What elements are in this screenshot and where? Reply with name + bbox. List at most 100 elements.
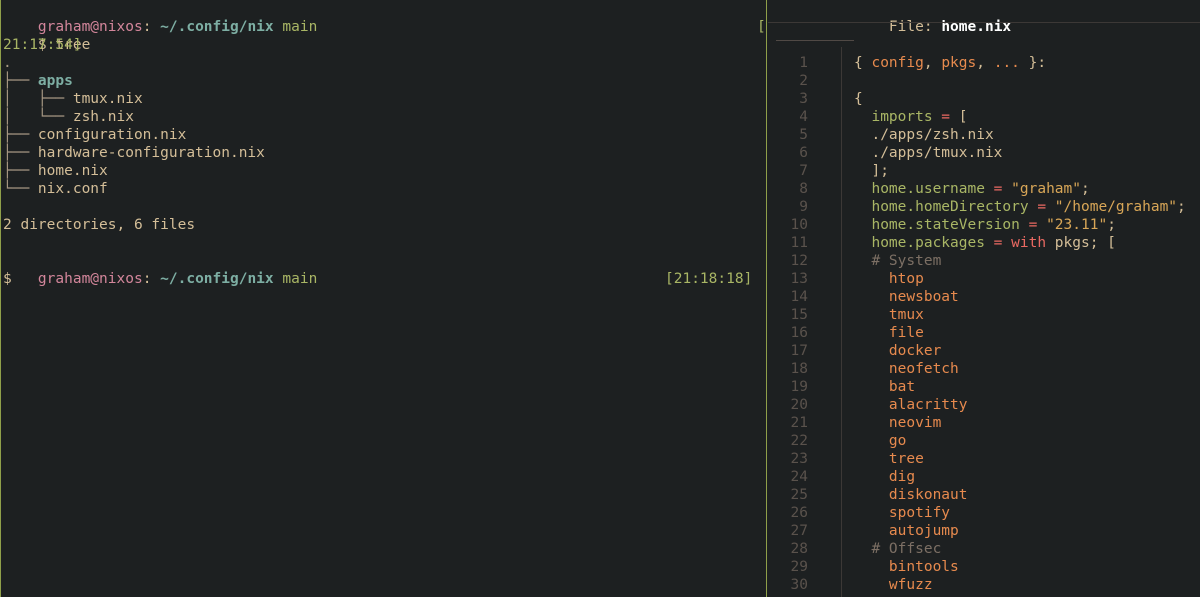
code-token: home.homeDirectory <box>854 199 1029 215</box>
pane-divider[interactable] <box>766 0 767 597</box>
code-token: bintools <box>854 559 959 575</box>
code-token: alacritty <box>854 397 968 413</box>
line-number: 16 <box>790 325 808 341</box>
code-token: "/home/graham" <box>1046 199 1178 215</box>
line-number: 9 <box>799 199 808 215</box>
code-token: pkgs <box>941 55 977 71</box>
terminal-pane[interactable]: graham@nixos: ~/.config/nix main $ tree … <box>0 0 766 597</box>
code-text: diskonaut <box>854 486 968 504</box>
code-line: 29 bintools <box>768 558 1200 576</box>
code-token: # Offsec <box>854 541 942 557</box>
line-number: 11 <box>790 235 808 251</box>
code-token: = <box>984 181 1003 197</box>
code-line: 25 diskonaut <box>768 486 1200 504</box>
code-token: # System <box>854 253 942 269</box>
code-line: 18 neofetch <box>768 360 1200 378</box>
tree-guide: └── <box>3 181 38 197</box>
code-line: 24 dig <box>768 468 1200 486</box>
code-line: 4 imports = [ <box>768 108 1200 126</box>
line-number: 27 <box>790 523 808 539</box>
file-viewer-pane[interactable]: File: home.nix 1{ config, pkgs, ... }: 2 3… <box>768 0 1200 597</box>
line-number: 3 <box>799 91 808 107</box>
code-line: 28 # Offsec <box>768 540 1200 558</box>
code-text: # Offsec <box>854 540 941 558</box>
code-token: , <box>976 55 994 71</box>
line-number: 4 <box>799 109 808 125</box>
code-line: 13 htop <box>768 270 1200 288</box>
code-text: home.stateVersion = "23.11"; <box>854 216 1115 234</box>
code-line: 30 wfuzz <box>768 576 1200 594</box>
code-token: tree <box>854 451 924 467</box>
code-token: ./apps/zsh.nix <box>854 127 994 143</box>
tree-guide: . <box>3 55 12 71</box>
code-line: 10 home.stateVersion = "23.11"; <box>768 216 1200 234</box>
code-token: ]; <box>854 163 889 179</box>
line-number: 7 <box>799 163 808 179</box>
timestamp-1: 21:17:54] <box>3 37 82 53</box>
code-text: imports = [ <box>854 108 967 126</box>
code-token: dig <box>854 469 916 485</box>
code-text: go <box>854 432 906 450</box>
code-token: pkgs; [ <box>1046 235 1116 251</box>
prompt-symbol[interactable]: $ <box>3 270 12 288</box>
code-text: ./apps/zsh.nix <box>854 126 994 144</box>
code-token: ; <box>1177 199 1186 215</box>
line-number: 20 <box>790 397 808 413</box>
code-line: 9 home.homeDirectory = "/home/graham"; <box>768 198 1200 216</box>
line-number: 24 <box>790 469 808 485</box>
code-token: htop <box>854 271 924 287</box>
code-line: 19 bat <box>768 378 1200 396</box>
code-text: home.username = "graham"; <box>854 180 1089 198</box>
code-token: home.username <box>854 181 985 197</box>
code-text: alacritty <box>854 396 968 414</box>
code-line: 15 tmux <box>768 306 1200 324</box>
code-line: 23 tree <box>768 450 1200 468</box>
code-token: docker <box>854 343 942 359</box>
code-text: autojump <box>854 522 959 540</box>
line-number: 14 <box>790 289 808 305</box>
prompt-line-2: graham@nixos: ~/.config/nix main <box>3 252 317 287</box>
code-token: ./apps/tmux.nix <box>854 145 1003 161</box>
code-token: with <box>1002 235 1047 251</box>
code-text: spotify <box>854 504 950 522</box>
code-line: 12 # System <box>768 252 1200 270</box>
code-line: 14 newsboat <box>768 288 1200 306</box>
prompt-separator: : <box>142 271 161 287</box>
tree-row: ├── hardware-configuration.nix <box>3 144 265 162</box>
code-token: spotify <box>854 505 951 521</box>
prompt-branch: main <box>273 271 318 287</box>
code-token: imports <box>854 109 933 125</box>
line-number: 15 <box>790 307 808 323</box>
code-token: neovim <box>854 415 942 431</box>
line-number: 29 <box>790 559 808 575</box>
code-token: "graham" <box>1002 181 1081 197</box>
code-token: }: <box>1019 55 1047 71</box>
line-number: 6 <box>799 145 808 161</box>
code-line: 11 home.packages = with pkgs; [ <box>768 234 1200 252</box>
tree-directory: apps <box>37 73 73 89</box>
tree-file: tmux.nix <box>72 91 143 107</box>
line-number: 8 <box>799 181 808 197</box>
code-text: ./apps/tmux.nix <box>854 144 1002 162</box>
code-token: newsboat <box>854 289 959 305</box>
code-text: tmux <box>854 306 924 324</box>
prompt-path: ~/.config/nix <box>160 19 274 35</box>
command-line: $ tree <box>3 18 90 53</box>
tree-row: . <box>3 54 12 72</box>
code-token: diskonaut <box>854 487 968 503</box>
line-number: 30 <box>790 577 808 593</box>
code-text: home.packages = with pkgs; [ <box>854 234 1116 252</box>
code-text: htop <box>854 270 924 288</box>
tree-guide: ├── <box>3 163 38 179</box>
line-number: 17 <box>790 343 808 359</box>
code-line: 6 ./apps/tmux.nix <box>768 144 1200 162</box>
tree-row: │ └── zsh.nix <box>3 108 134 126</box>
tree-file: configuration.nix <box>37 127 187 143</box>
tree-file: zsh.nix <box>72 109 134 125</box>
code-token: home.packages <box>854 235 985 251</box>
code-line: 17 docker <box>768 342 1200 360</box>
tree-file: hardware-configuration.nix <box>37 145 265 161</box>
code-line: 8 home.username = "graham"; <box>768 180 1200 198</box>
line-number: 5 <box>799 127 808 143</box>
tree-row: ├── configuration.nix <box>3 126 186 144</box>
